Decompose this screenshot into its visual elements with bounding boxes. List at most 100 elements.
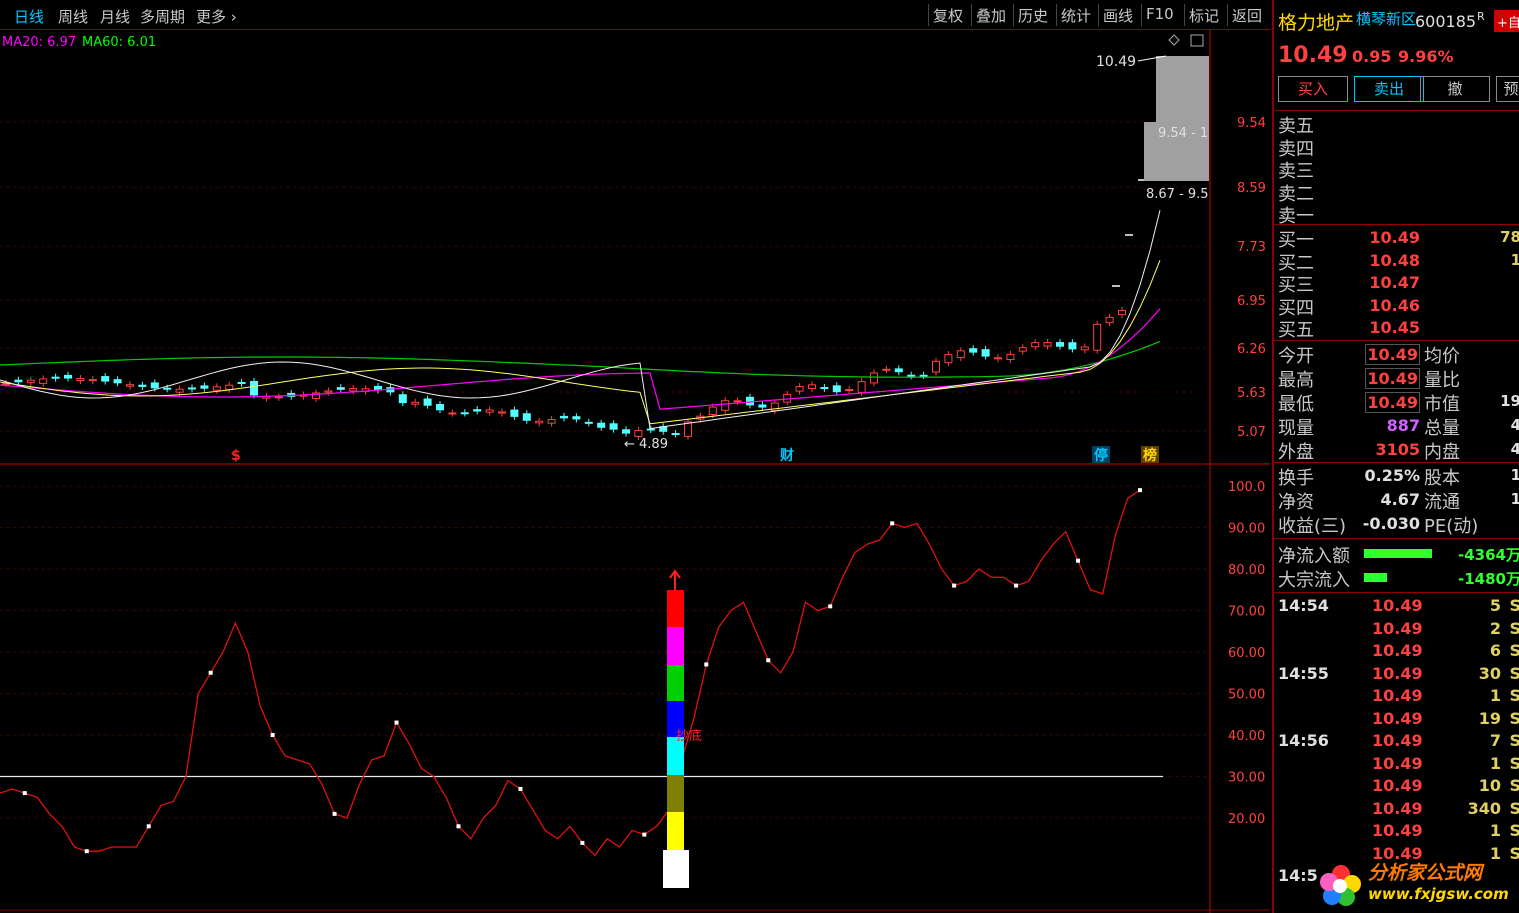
tick-qty: 10 (1478, 776, 1501, 795)
signal-segment (667, 627, 684, 665)
stat-key: 换手 (1278, 468, 1314, 489)
price-tick-label: 7.73 (1237, 240, 1266, 255)
candle-down (1056, 342, 1064, 347)
tick-price: 10.49 (1372, 776, 1423, 795)
candle-down (1068, 342, 1077, 350)
chart-area[interactable]: MA20: 6.97 MA60: 6.01 9.54 8.59 7.73 6.95 6.2… (0, 30, 1270, 913)
restore-rights-button[interactable]: 复权 (928, 4, 967, 26)
stat-key: 量比 (1424, 370, 1460, 391)
cancel-order-button[interactable]: 撤 (1420, 76, 1490, 102)
sell-level-row: 卖二 (1274, 180, 1519, 205)
tick-price: 10.49 (1372, 753, 1423, 773)
candle-up (349, 388, 358, 392)
candle-up (808, 384, 816, 389)
candle-down (597, 422, 606, 428)
tick-row[interactable]: 10.49 19 S (1274, 709, 1519, 731)
tick-row[interactable]: 10.49 2S (1274, 619, 1519, 641)
candle-up (795, 386, 804, 392)
indicator-tick-label: 70.00 (1228, 605, 1265, 620)
tick-row[interactable]: 10.49 1S (1274, 754, 1519, 776)
buy-level-volume: 1 (1511, 251, 1519, 269)
sell-level-row: 卖一 (1274, 202, 1519, 227)
tick-price: 10.49 (1372, 641, 1423, 660)
tick-qty: 30 (1478, 663, 1501, 683)
toolbar: 日线 周线 月线 多周期 更多 › 复权 叠加 历史 统计 画线 F10 标记 … (0, 0, 1270, 30)
fund-flow-value: -1480万 (1458, 570, 1519, 588)
history-button[interactable]: 历史 (1013, 4, 1052, 26)
tick-qty: 7 (1489, 731, 1501, 750)
bottom-signal-bar: 抄底 (663, 569, 702, 888)
candle-down (560, 415, 568, 419)
tick-row[interactable]: 10.49 1S (1274, 686, 1519, 708)
candle-up (1080, 346, 1089, 351)
overlay-button[interactable]: 叠加 (971, 4, 1010, 26)
stat-row: 换手 0.25%股本 1 (1274, 464, 1519, 489)
event-marker: 停 (1094, 447, 1108, 464)
tick-row[interactable]: 14:56 10.49 7S (1274, 731, 1519, 753)
period-multi-tab[interactable]: 多周期 (140, 6, 185, 27)
divider (1274, 538, 1519, 539)
stat-value: 4.67 (1380, 490, 1420, 509)
indicator-point (456, 824, 461, 829)
kline-chart[interactable]: MA20: 6.97 MA60: 6.01 9.54 8.59 7.73 6.95 6.2… (0, 30, 1270, 913)
candle-down (250, 380, 258, 396)
period-day-tab[interactable]: 日线 (14, 6, 44, 27)
fund-flow-value: -4364万 (1458, 546, 1519, 564)
chip-label: 9.54 - 1 (1158, 126, 1208, 141)
tick-side: S (1509, 619, 1519, 638)
event-marker: 财 (779, 447, 794, 464)
buy-button[interactable]: 买入 (1278, 76, 1348, 102)
indicator-point (208, 670, 213, 675)
tick-row[interactable]: 10.49 340 S (1274, 799, 1519, 821)
divider (1274, 592, 1519, 593)
candle-up (498, 411, 506, 414)
stat-row: 现量 887总量 4 (1274, 414, 1519, 439)
event-marker: 榜 (1143, 447, 1157, 464)
price-change-pct: 9.96% (1398, 47, 1454, 66)
signal-segment (667, 665, 684, 701)
candle-up (708, 406, 717, 416)
statistics-button[interactable]: 统计 (1056, 4, 1095, 26)
tick-side: S (1509, 821, 1519, 840)
divider (1274, 224, 1519, 225)
candle-up (1006, 353, 1015, 361)
indicator-point (84, 849, 89, 854)
period-month-tab[interactable]: 月线 (100, 6, 130, 27)
watermark-url: www.fxjgsw.com (1368, 885, 1509, 903)
sell-button[interactable]: 卖出 (1354, 76, 1424, 102)
candlesticks (2, 179, 1146, 440)
indicator-point (270, 733, 275, 737)
sell-level-row: 卖五 (1274, 112, 1519, 137)
tick-row[interactable]: 10.49 10 S (1274, 776, 1519, 798)
sell-level-row: 卖四 (1274, 135, 1519, 160)
tick-row[interactable]: 14:54 10.49 5S (1274, 596, 1519, 618)
period-week-tab[interactable]: 周线 (58, 6, 88, 27)
indicator-tick-label: 20.00 (1228, 812, 1265, 827)
back-button[interactable]: 返回 (1227, 4, 1266, 26)
stat-key: 现量 (1278, 418, 1314, 439)
indicator-point (1076, 558, 1081, 563)
preorder-button[interactable]: 预 (1496, 76, 1519, 102)
draw-line-button[interactable]: 画线 (1098, 4, 1137, 26)
add-watchlist-button[interactable]: +自 (1494, 10, 1519, 32)
stat-row: 净资 4.67流通 1 (1274, 488, 1519, 513)
f10-button[interactable]: F10 (1141, 4, 1178, 26)
candle-down (423, 398, 432, 406)
stat-key: 最高 (1278, 370, 1314, 391)
candle-down (163, 387, 172, 390)
tick-row[interactable]: 10.49 1S (1274, 821, 1519, 843)
indicator-point (890, 521, 895, 526)
tick-row[interactable]: 14:55 10.49 30 S (1274, 664, 1519, 686)
indicator-point (1014, 583, 1019, 588)
stat-value: 1 (1511, 490, 1519, 508)
candle-up (634, 430, 643, 437)
candle-down (237, 381, 246, 384)
candle-down (51, 376, 60, 379)
candle-up (1118, 309, 1126, 316)
stat-value: 19 (1500, 392, 1519, 410)
tick-row[interactable]: 10.49 6S (1274, 641, 1519, 663)
candle-down (113, 379, 122, 384)
period-more-tab[interactable]: 更多 › (196, 6, 237, 27)
mark-button[interactable]: 标记 (1184, 4, 1223, 26)
stat-key: 净资 (1278, 492, 1314, 513)
